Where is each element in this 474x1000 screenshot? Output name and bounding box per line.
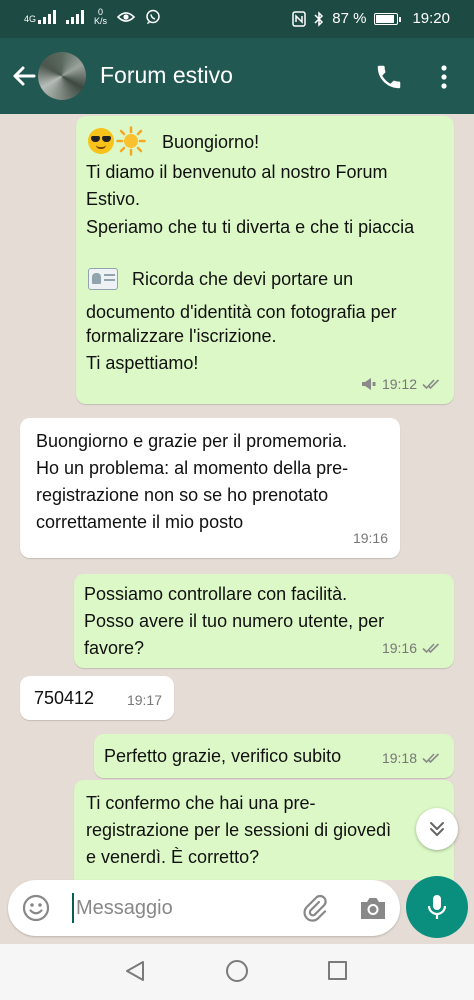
message-line: 750412: [34, 688, 95, 708]
message-meta: 19:16: [353, 525, 388, 551]
message-line: documento d'identità con fotografia per: [86, 302, 397, 322]
status-bar: 4G 0 K/s 87 % 19:20: [0, 0, 474, 38]
id-card-emoji-icon: [88, 268, 118, 290]
chat-header: Forum estivo: [0, 38, 474, 114]
message-meta: 19:16: [382, 635, 442, 661]
whatsapp-icon: [146, 9, 160, 24]
message-line: correttamente il mio posto: [36, 512, 244, 532]
avatar[interactable]: [38, 52, 86, 100]
message-line: Speriamo che tu ti diverta e che ti piac…: [86, 217, 415, 237]
broadcast-icon: [361, 378, 376, 390]
message-line: Ti confermo che hai una pre-: [86, 793, 316, 813]
message-time: 19:16: [352, 530, 388, 546]
speed-unit: K/s: [94, 16, 108, 26]
message-line: Ricorda che devi portare un: [132, 269, 354, 289]
back-arrow-icon[interactable]: [8, 60, 40, 92]
battery-icon: [374, 12, 402, 25]
voice-message-button[interactable]: [406, 876, 468, 938]
message-line: Ho un problema: al momento della pre-: [36, 458, 349, 478]
message-line: Possiamo controllare con facilità.: [84, 584, 348, 604]
message-bubble-outgoing[interactable]: Possiamo controllare con facilità. Posso…: [74, 574, 454, 668]
chat-title[interactable]: Forum estivo: [100, 62, 233, 89]
message-line: Posso avere il tuo numero utente, per: [84, 611, 385, 631]
message-line: Ti aspettiamo!: [86, 353, 199, 373]
message-bubble-incoming[interactable]: Buongiorno e grazie per il promemoria. H…: [20, 418, 400, 558]
nav-home-icon[interactable]: [226, 960, 248, 982]
message-time: 19:12: [381, 376, 417, 392]
message-line: formalizzare l'iscrizione.: [86, 326, 277, 346]
net-speed: 0 K/s: [94, 8, 107, 26]
eye-icon: [117, 12, 136, 22]
bluetooth-icon: [314, 10, 324, 27]
emoji-icon[interactable]: [22, 894, 50, 922]
message-bubble-outgoing[interactable]: Ti confermo che hai una pre- registrazio…: [74, 780, 454, 880]
message-line: Buongiorno e grazie per il promemoria.: [36, 431, 348, 451]
signal-4g: 4G: [24, 10, 57, 24]
message-meta: 19:18: [382, 745, 442, 771]
message-line: Estivo.: [86, 189, 141, 209]
message-line: registrazione non so se ho prenotato: [36, 485, 329, 505]
microphone-icon: [427, 895, 447, 919]
nfc-icon: [292, 10, 306, 27]
sunglasses-emoji-icon: [88, 128, 114, 154]
chat-area[interactable]: Buongiorno! Ti diamo il benvenuto al nos…: [0, 114, 474, 880]
message-line: e venerdì. È corretto?: [86, 847, 260, 867]
message-line: Buongiorno!: [162, 132, 260, 152]
clock: 19:20: [412, 10, 450, 27]
message-meta: 19:12: [361, 371, 442, 397]
message-line: favore?: [84, 638, 145, 658]
message-meta: 19:17: [127, 687, 162, 713]
message-line: Ti diamo il benvenuto al nostro Forum: [86, 162, 388, 182]
nav-recent-apps-icon[interactable]: [328, 961, 347, 980]
message-input[interactable]: [76, 890, 286, 926]
camera-icon[interactable]: [358, 894, 388, 922]
text-caret: [72, 893, 74, 923]
message-bubble-outgoing[interactable]: Perfetto grazie, verifico subito 19:18: [94, 734, 454, 778]
scroll-to-bottom-button[interactable]: [416, 808, 458, 850]
battery-percent: 87 %: [332, 10, 367, 27]
message-time: 19:18: [381, 750, 417, 766]
paperclip-icon[interactable]: [300, 893, 330, 923]
chevron-double-down-icon: [430, 822, 444, 836]
more-options-icon[interactable]: [434, 62, 454, 92]
network-label: 4G: [24, 14, 37, 24]
read-ticks-icon: [422, 753, 440, 764]
nav-back-icon[interactable]: [124, 960, 146, 982]
message-line: registrazione per le sessioni di giovedì: [86, 820, 392, 840]
signal-icon: [38, 10, 57, 24]
message-bubble-incoming[interactable]: 750412 19:17: [20, 676, 174, 720]
message-line: Perfetto grazie, verifico subito: [104, 746, 342, 766]
read-ticks-icon: [422, 643, 440, 654]
message-bubble-outgoing[interactable]: Buongiorno! Ti diamo il benvenuto al nos…: [76, 116, 454, 404]
message-time: 19:16: [381, 640, 417, 656]
signal-icon-2: [66, 10, 85, 24]
system-navigation-bar: [0, 944, 474, 1000]
message-time: 19:17: [126, 692, 162, 708]
sun-emoji-icon: [116, 126, 146, 156]
phone-icon[interactable]: [374, 62, 404, 92]
message-composer: [8, 880, 400, 936]
read-ticks-icon: [422, 379, 440, 390]
